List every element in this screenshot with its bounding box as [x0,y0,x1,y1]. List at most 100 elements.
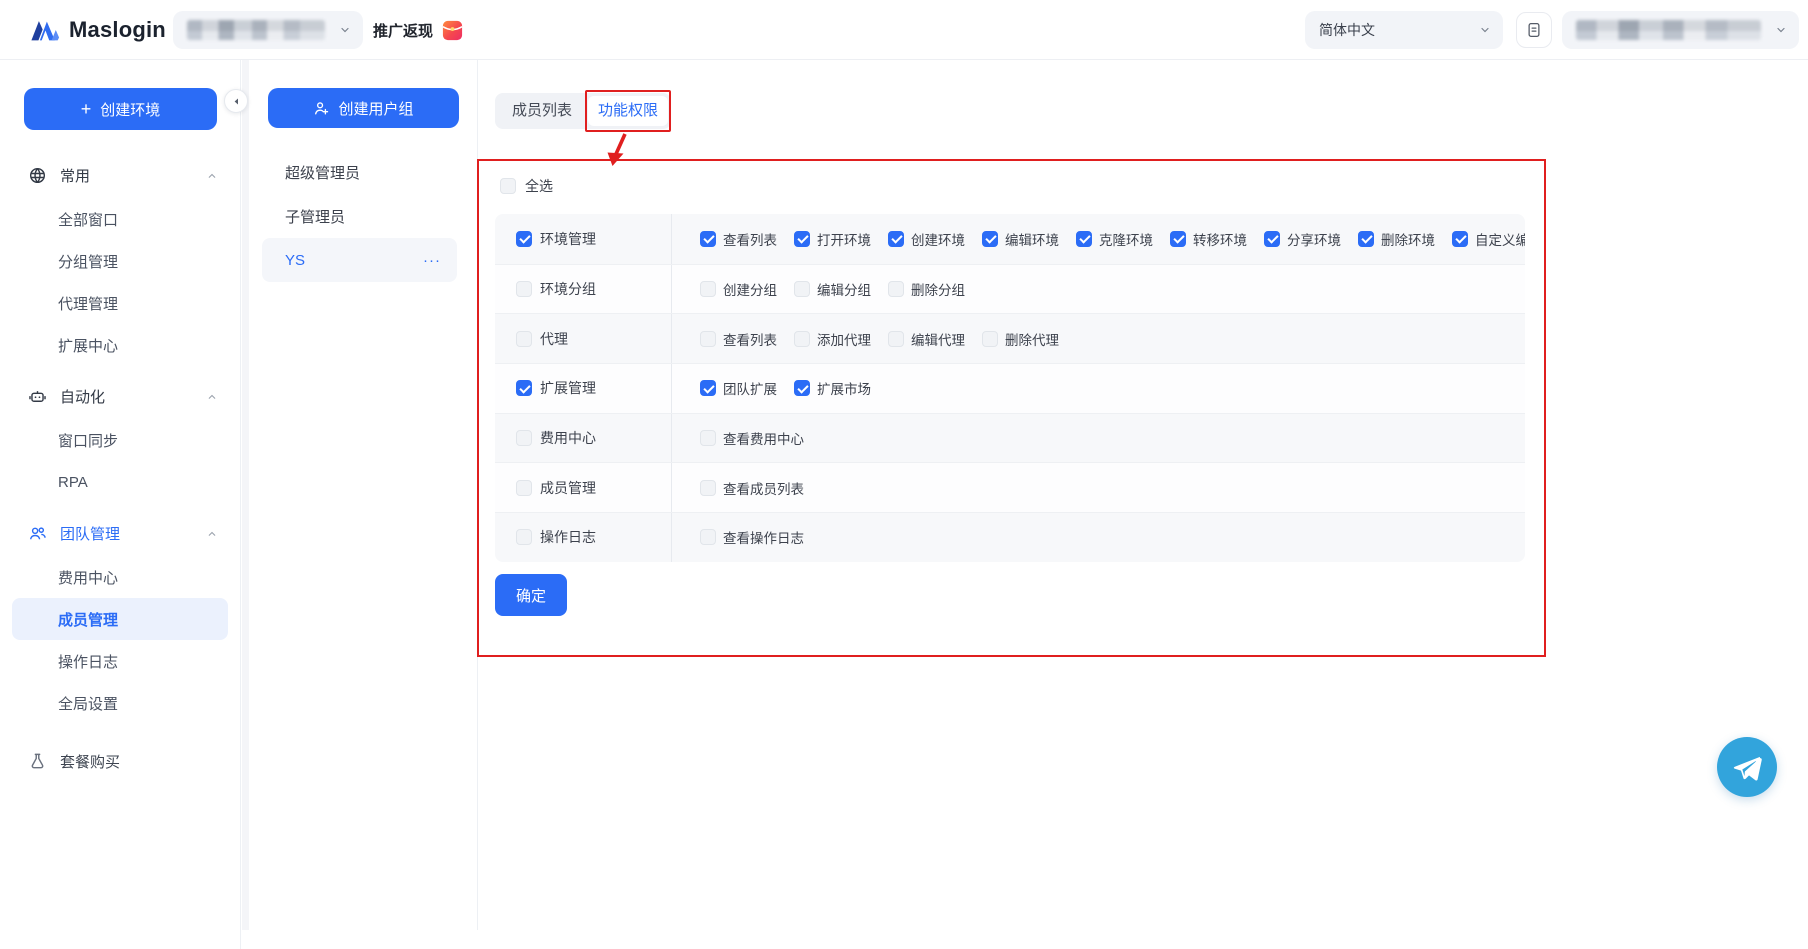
permission-category-cell: 代理 [495,314,672,363]
person-add-icon [313,100,330,117]
permission-category-checkbox[interactable] [516,430,532,446]
sidebar-item[interactable]: 全部窗口 [0,198,240,240]
permission-item: 团队扩展 [700,378,777,398]
create-user-group-button[interactable]: 创建用户组 [268,88,459,128]
sidebar-section-header[interactable]: 常用 [0,152,240,198]
permission-checkbox[interactable] [1076,231,1092,247]
permission-category-cell: 扩展管理 [495,364,672,413]
permission-category-checkbox[interactable] [516,480,532,496]
telegram-button[interactable] [1717,737,1777,797]
permission-category-checkbox[interactable] [516,380,532,396]
permission-checkbox[interactable] [794,380,810,396]
permission-checkbox[interactable] [1452,231,1468,247]
tab-function-permissions[interactable]: 功能权限 [588,96,668,126]
sidebar-section-header[interactable]: 团队管理 [0,510,240,556]
permission-checkbox[interactable] [888,281,904,297]
permission-checkbox[interactable] [1264,231,1280,247]
sidebar-item[interactable]: 全局设置 [0,682,240,724]
user-group-item[interactable]: 子管理员 [249,194,477,238]
sidebar-item[interactable]: 成员管理 [12,598,228,640]
permission-label: 查看费用中心 [723,428,804,448]
user-group-item[interactable]: 超级管理员 [249,150,477,194]
user-group-label: 超级管理员 [285,162,360,183]
team-selector-dropdown[interactable] [173,11,363,49]
promo-label: 推广返现 [373,20,433,41]
permission-checkbox[interactable] [700,380,716,396]
permission-label: 转移环境 [1193,229,1247,249]
user-group-label: 子管理员 [285,206,345,227]
permission-label: 团队扩展 [723,378,777,398]
user-group-item[interactable]: YS··· [262,238,457,282]
permission-item: 编辑分组 [794,279,871,299]
permission-items-cell: 查看列表添加代理编辑代理删除代理 [672,314,1525,363]
document-button[interactable] [1516,12,1552,48]
permission-item: 打开环境 [794,229,871,249]
permission-category-label: 操作日志 [540,527,596,547]
permission-item: 分享环境 [1264,229,1341,249]
permission-checkbox[interactable] [982,331,998,347]
language-selector[interactable]: 简体中文 [1305,11,1503,49]
redacted-user-name [1576,20,1761,40]
sidebar-section-header[interactable]: 自动化 [0,373,240,419]
permission-checkbox[interactable] [888,231,904,247]
permission-checkbox[interactable] [1358,231,1374,247]
promo-cashback-link[interactable]: 推广返现 [373,0,464,60]
permission-category-checkbox[interactable] [516,231,532,247]
permission-items-cell: 创建分组编辑分组删除分组 [672,265,1525,314]
confirm-button[interactable]: 确定 [495,574,567,616]
panel-gap [242,60,249,930]
permission-item: 删除代理 [982,329,1059,349]
permission-checkbox[interactable] [700,281,716,297]
chevron-down-icon [339,24,351,36]
maslogin-logo-icon [30,17,60,43]
sidebar-item[interactable]: 费用中心 [0,556,240,598]
sidebar-item[interactable]: 代理管理 [0,282,240,324]
permission-label: 打开环境 [817,229,871,249]
permission-item: 删除分组 [888,279,965,299]
permission-category-label: 环境分组 [540,279,596,299]
sidebar-item-packages[interactable]: 套餐购买 [0,738,240,784]
brand-name: Maslogin [69,17,166,43]
permission-checkbox[interactable] [794,281,810,297]
more-options-icon[interactable]: ··· [423,252,441,269]
permission-checkbox[interactable] [1170,231,1186,247]
permission-checkbox[interactable] [700,331,716,347]
sidebar-item[interactable]: 扩展中心 [0,324,240,366]
permission-row: 环境分组 创建分组编辑分组删除分组 [495,264,1525,314]
permission-category-checkbox[interactable] [516,281,532,297]
user-account-dropdown[interactable] [1562,11,1799,49]
permission-label: 查看操作日志 [723,527,804,547]
sidebar-item[interactable]: 窗口同步 [0,419,240,461]
collapse-panel-button[interactable] [224,89,248,113]
chevron-up-icon [206,527,218,539]
sidebar-item[interactable]: 操作日志 [0,640,240,682]
select-all-checkbox[interactable] [500,178,516,194]
create-environment-button[interactable]: + 创建环境 [24,88,217,130]
permission-category-checkbox[interactable] [516,331,532,347]
permission-checkbox[interactable] [982,231,998,247]
permission-row: 扩展管理团队扩展扩展市场 [495,363,1525,413]
chevron-down-icon [1775,24,1787,36]
brand: Maslogin [30,0,166,60]
sidebar-item[interactable]: RPA [0,461,240,503]
create-environment-label: 创建环境 [100,99,160,120]
permission-row: 成员管理查看成员列表 [495,462,1525,512]
permission-checkbox[interactable] [700,480,716,496]
permission-checkbox[interactable] [888,331,904,347]
permission-checkbox[interactable] [794,331,810,347]
permission-label: 分享环境 [1287,229,1341,249]
permission-checkbox[interactable] [700,231,716,247]
tab-member-list[interactable]: 成员列表 [498,96,586,126]
permission-checkbox[interactable] [700,430,716,446]
permission-checkbox[interactable] [700,529,716,545]
sidebar-item[interactable]: 分组管理 [0,240,240,282]
permission-label: 添加代理 [817,329,871,349]
permission-category-cell: 费用中心 [495,414,672,463]
red-envelope-icon [441,19,464,42]
permission-checkbox[interactable] [794,231,810,247]
permission-category-checkbox[interactable] [516,529,532,545]
sidebar-section-label: 自动化 [60,386,105,407]
plus-icon: + [81,100,92,118]
permission-label: 自定义编号 [1475,229,1525,249]
create-user-group-label: 创建用户组 [338,98,413,119]
